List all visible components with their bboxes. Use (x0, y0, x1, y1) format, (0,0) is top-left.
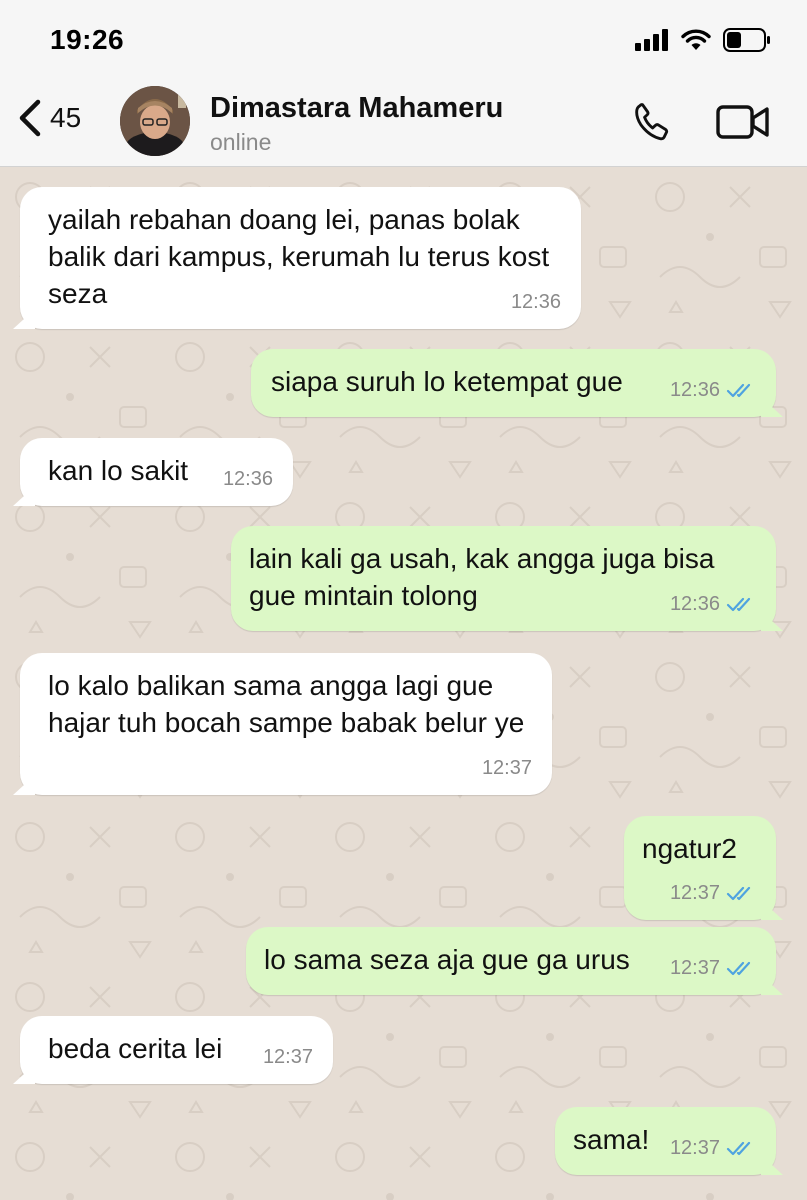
message-bubble-incoming[interactable]: beda cerita lei 12:37 (20, 1016, 333, 1084)
message-text: yailah rebahan doang lei, panas bolak ba… (48, 204, 550, 309)
message-time: 12:36 (222, 468, 273, 490)
message-meta: 12:36 (670, 586, 756, 623)
message-time: 12:36 (510, 291, 561, 313)
message-text: ngatur2 (642, 833, 737, 864)
status-icons (635, 24, 771, 56)
chat-area[interactable]: yailah rebahan doang lei, panas bolak ba… (0, 167, 807, 1200)
message-meta: 12:37 (263, 1039, 313, 1076)
message-text: lo kalo balikan sama angga lagi gue haja… (48, 670, 525, 738)
message-meta: 12:37 (670, 875, 756, 912)
message-meta: 12:36 (511, 284, 561, 321)
phone-icon (635, 103, 669, 141)
chat-header: 45 Dimastara Mahameru online (0, 80, 807, 167)
message-bubble-incoming[interactable]: yailah rebahan doang lei, panas bolak ba… (20, 187, 581, 329)
contact-info[interactable]: Dimastara Mahameru online (210, 92, 503, 156)
message-meta: 12:37 (482, 750, 532, 787)
message-meta: 12:36 (223, 461, 273, 498)
message-bubble-outgoing[interactable]: ngatur2 12:37 (624, 816, 776, 920)
message-meta: 12:37 (670, 1130, 756, 1167)
message-meta: 12:37 (670, 950, 756, 987)
message-bubble-outgoing[interactable]: sama! 12:37 (555, 1107, 776, 1175)
message-bubble-outgoing[interactable]: lo sama seza aja gue ga urus 12:37 (246, 927, 776, 995)
double-check-icon (726, 597, 751, 611)
status-bar: 19:26 (0, 0, 807, 80)
chevron-left-icon (19, 99, 41, 137)
battery-icon (723, 28, 770, 52)
wifi-icon (681, 29, 711, 50)
contact-name: Dimastara Mahameru (210, 92, 504, 124)
video-call-button[interactable] (716, 104, 770, 145)
video-camera-icon (716, 105, 769, 139)
message-time: 12:37 (481, 757, 532, 779)
double-check-icon (726, 886, 751, 900)
message-time: 12:37 (262, 1046, 313, 1068)
voice-call-button[interactable] (630, 100, 676, 151)
signal-icon (635, 29, 668, 51)
message-time: 12:37 (669, 957, 720, 979)
message-bubble-incoming[interactable]: kan lo sakit 12:36 (20, 438, 293, 506)
double-check-icon (726, 1141, 751, 1155)
back-button[interactable]: 45 (16, 98, 81, 138)
double-check-icon (726, 961, 751, 975)
status-time: 19:26 (50, 24, 125, 55)
message-meta: 12:36 (670, 372, 756, 409)
message-bubble-incoming[interactable]: lo kalo balikan sama angga lagi gue haja… (20, 653, 552, 795)
message-time: 12:36 (669, 593, 720, 615)
message-bubble-outgoing[interactable]: lain kali ga usah, kak angga juga bisa g… (231, 526, 776, 631)
message-time: 12:37 (669, 1137, 720, 1159)
message-time: 12:37 (669, 882, 720, 904)
double-check-icon (726, 383, 751, 397)
contact-status: online (210, 129, 272, 155)
avatar[interactable] (120, 86, 190, 156)
unread-count: 45 (50, 102, 82, 133)
message-time: 12:36 (669, 379, 720, 401)
message-bubble-outgoing[interactable]: siapa suruh lo ketempat gue 12:36 (251, 349, 776, 417)
